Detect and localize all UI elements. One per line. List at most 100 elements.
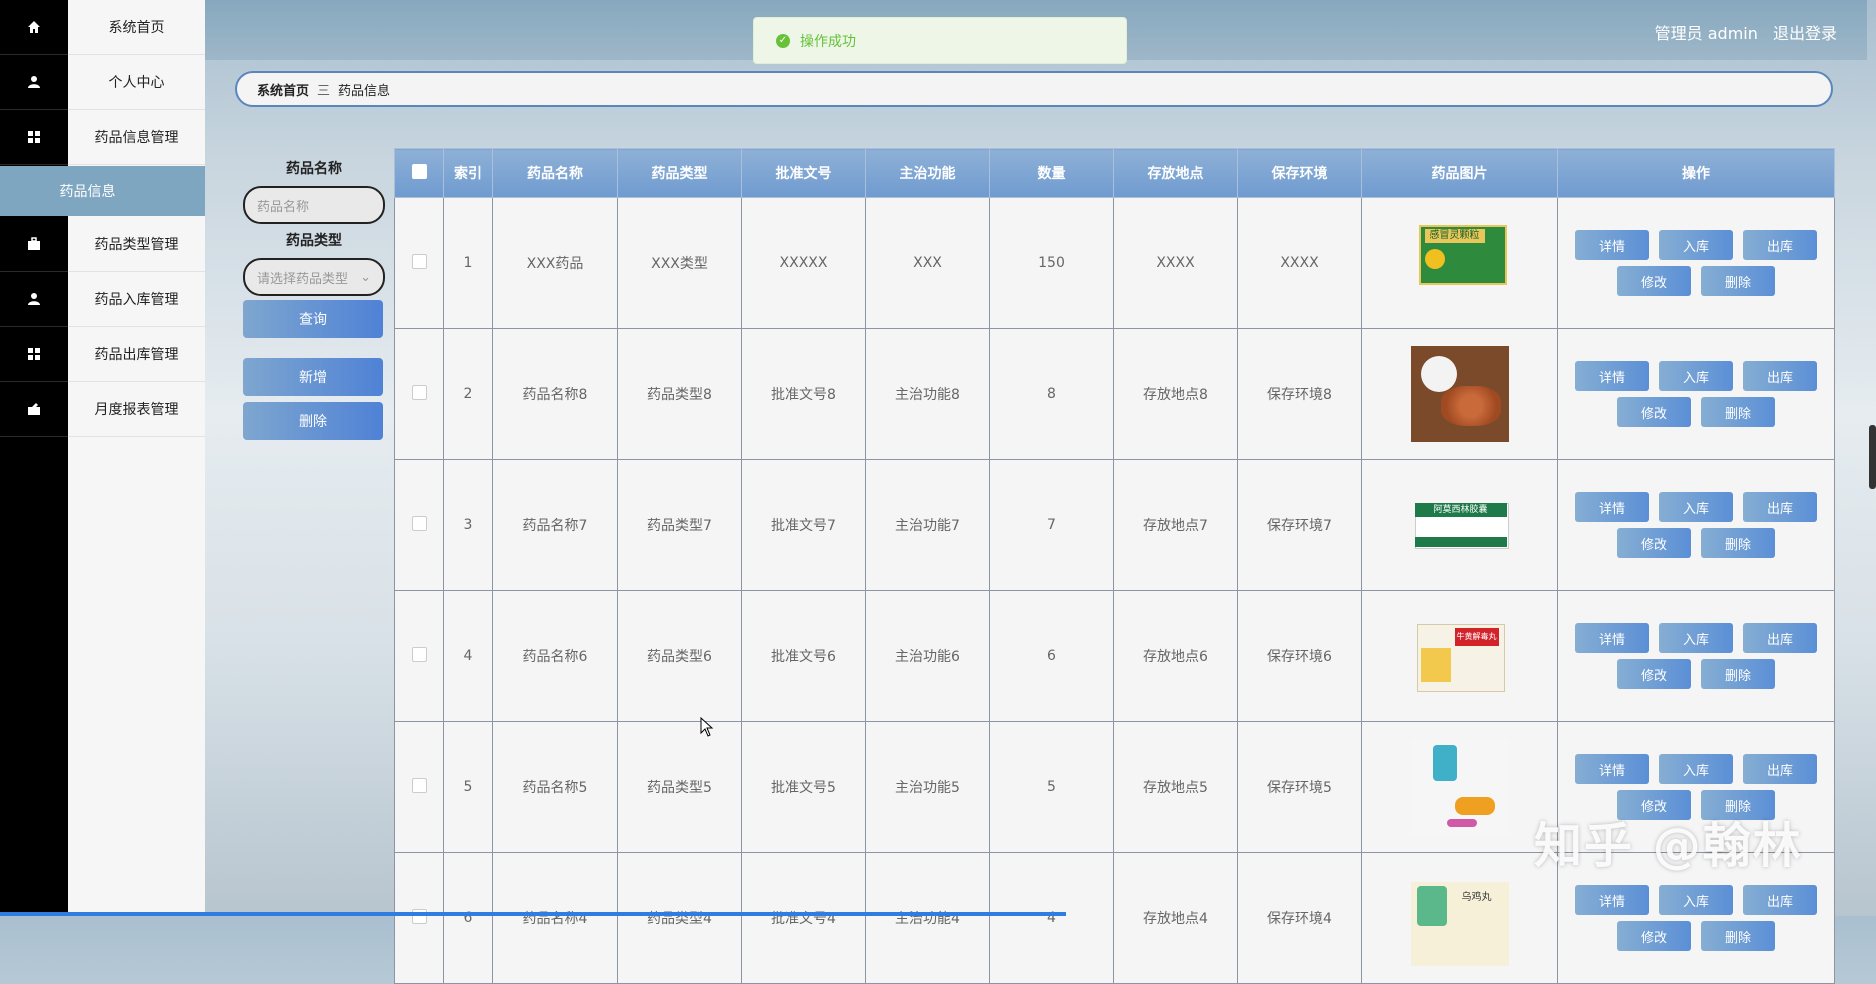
success-toast: ✓ 操作成功 <box>753 17 1127 64</box>
detail-button[interactable]: 详情 <box>1575 230 1649 260</box>
cell-picture: 感冒灵颗粒 <box>1361 197 1558 329</box>
delete-button[interactable]: 删除 <box>1701 921 1775 951</box>
stock-out-button[interactable]: 出库 <box>1743 623 1817 653</box>
name-filter-input[interactable]: 药品名称 <box>243 186 385 224</box>
stock-in-button[interactable]: 入库 <box>1659 885 1733 915</box>
row-select-cell[interactable] <box>394 328 444 460</box>
column-header: 操作 <box>1557 148 1835 198</box>
delete-button[interactable]: 删除 <box>1701 266 1775 296</box>
stock-out-button[interactable]: 出库 <box>1743 754 1817 784</box>
cell-picture: 牛黄解毒丸 <box>1361 590 1558 722</box>
stock-in-button[interactable]: 入库 <box>1659 754 1733 784</box>
column-header: 批准文号 <box>741 148 866 198</box>
row-select-cell[interactable] <box>394 852 444 984</box>
cell-qty: 4 <box>989 852 1114 984</box>
query-button[interactable]: 查询 <box>243 300 383 338</box>
cell-qty: 5 <box>989 721 1114 853</box>
sidebar-item-drug-type-manage[interactable]: 药品类型管理 <box>0 217 205 272</box>
stock-in-button[interactable]: 入库 <box>1659 492 1733 522</box>
row-select-cell[interactable] <box>394 197 444 329</box>
page-progress-bar <box>0 912 1066 916</box>
sidebar-item-monthly-report[interactable]: 月度报表管理 <box>0 382 205 437</box>
stock-out-button[interactable]: 出库 <box>1743 361 1817 391</box>
edit-button[interactable]: 修改 <box>1617 659 1691 689</box>
drug-image-label: 阿莫西林胶囊 <box>1414 503 1507 517</box>
stock-in-button[interactable]: 入库 <box>1659 230 1733 260</box>
detail-button[interactable]: 详情 <box>1575 885 1649 915</box>
delete-button[interactable]: 删除 <box>1701 397 1775 427</box>
drug-image: 牛黄解毒丸 <box>1411 608 1509 704</box>
row-checkbox[interactable] <box>411 253 427 269</box>
sidebar-subitem-label: 药品信息 <box>59 184 116 200</box>
sidebar-item-label: 药品信息管理 <box>68 110 205 165</box>
cell-actions: 详情 入库 出库修改 删除 <box>1557 590 1835 722</box>
detail-button[interactable]: 详情 <box>1575 754 1649 784</box>
table-header-row: 索引 药品名称 药品类型 批准文号 主治功能 数量 存放地点 保存环境 药品图片… <box>394 148 1835 198</box>
batch-delete-button[interactable]: 删除 <box>243 402 383 440</box>
user-area: 管理员 admin 退出登录 <box>1645 20 1837 44</box>
sidebar-item-profile[interactable]: 个人中心 <box>0 55 205 110</box>
detail-button[interactable]: 详情 <box>1575 623 1649 653</box>
cell-function: XXX <box>865 197 990 329</box>
detail-button[interactable]: 详情 <box>1575 361 1649 391</box>
edit-button[interactable]: 修改 <box>1617 921 1691 951</box>
row-select-cell[interactable] <box>394 459 444 591</box>
grid-icon <box>0 327 68 382</box>
user-label: 管理员 admin <box>1654 24 1758 43</box>
stock-in-button[interactable]: 入库 <box>1659 361 1733 391</box>
cell-qty: 8 <box>989 328 1114 460</box>
delete-button[interactable]: 删除 <box>1701 659 1775 689</box>
sidebar-item-drug-info-manage[interactable]: 药品信息管理 <box>0 110 205 165</box>
cell-name: 药品名称6 <box>492 590 618 722</box>
drug-image: 乌鸡丸 <box>1410 870 1509 966</box>
image-shape <box>1424 249 1445 269</box>
sidebar-item-home[interactable]: 系统首页 <box>0 0 205 55</box>
sidebar-item-drug-out-manage[interactable]: 药品出库管理 <box>0 327 205 382</box>
stock-in-button[interactable]: 入库 <box>1659 623 1733 653</box>
cell-qty: 150 <box>989 197 1114 329</box>
stock-out-button[interactable]: 出库 <box>1743 492 1817 522</box>
row-checkbox[interactable] <box>411 777 427 793</box>
sidebar-item-label: 月度报表管理 <box>68 382 205 437</box>
cell-env: 保存环境4 <box>1237 852 1362 984</box>
stock-out-button[interactable]: 出库 <box>1743 885 1817 915</box>
type-filter-select[interactable]: 请选择药品类型 ⌄ <box>243 258 385 296</box>
delete-button[interactable]: 删除 <box>1701 528 1775 558</box>
drug-image-label: 感冒灵颗粒 <box>1424 229 1485 243</box>
cell-location: 存放地点5 <box>1113 721 1238 853</box>
row-checkbox[interactable] <box>411 384 427 400</box>
image-shape <box>1446 819 1477 827</box>
row-checkbox[interactable] <box>411 646 427 662</box>
select-all-checkbox[interactable] <box>411 163 427 179</box>
detail-button[interactable]: 详情 <box>1575 492 1649 522</box>
add-button[interactable]: 新增 <box>243 358 383 396</box>
sidebar-item-label: 药品入库管理 <box>68 272 205 327</box>
row-select-cell[interactable] <box>394 721 444 853</box>
cell-qty: 7 <box>989 459 1114 591</box>
row-select-cell[interactable] <box>394 590 444 722</box>
row-checkbox[interactable] <box>411 908 427 924</box>
edit-button[interactable]: 修改 <box>1617 397 1691 427</box>
select-all-cell[interactable] <box>394 148 444 198</box>
cell-approval: 批准文号7 <box>741 459 866 591</box>
edit-button[interactable]: 修改 <box>1617 528 1691 558</box>
user-icon <box>0 55 68 110</box>
logout-link[interactable]: 退出登录 <box>1773 24 1837 43</box>
sidebar-item-drug-in-manage[interactable]: 药品入库管理 <box>0 272 205 327</box>
edit-button[interactable]: 修改 <box>1617 266 1691 296</box>
cell-type: 药品类型4 <box>617 852 742 984</box>
drug-image-label: 牛黄解毒丸 <box>1454 628 1499 646</box>
column-header: 药品类型 <box>617 148 742 198</box>
vertical-scrollbar[interactable] <box>1869 425 1876 489</box>
column-header: 药品名称 <box>492 148 618 198</box>
table-row: 4 药品名称6 药品类型6 批准文号6 主治功能6 6 存放地点6 保存环境6 牛黄解毒丸 详情入… <box>394 590 1835 722</box>
cell-type: 药品类型5 <box>617 721 742 853</box>
sidebar-subitem-drug-info[interactable]: 药品信息 <box>0 166 205 216</box>
column-header: 药品图片 <box>1361 148 1558 198</box>
toast-message: 操作成功 <box>800 33 856 50</box>
cell-function: 主治功能4 <box>865 852 990 984</box>
stock-out-button[interactable]: 出库 <box>1743 230 1817 260</box>
breadcrumb-home[interactable]: 系统首页 <box>257 80 309 99</box>
cell-approval: XXXXX <box>741 197 866 329</box>
row-checkbox[interactable] <box>411 515 427 531</box>
